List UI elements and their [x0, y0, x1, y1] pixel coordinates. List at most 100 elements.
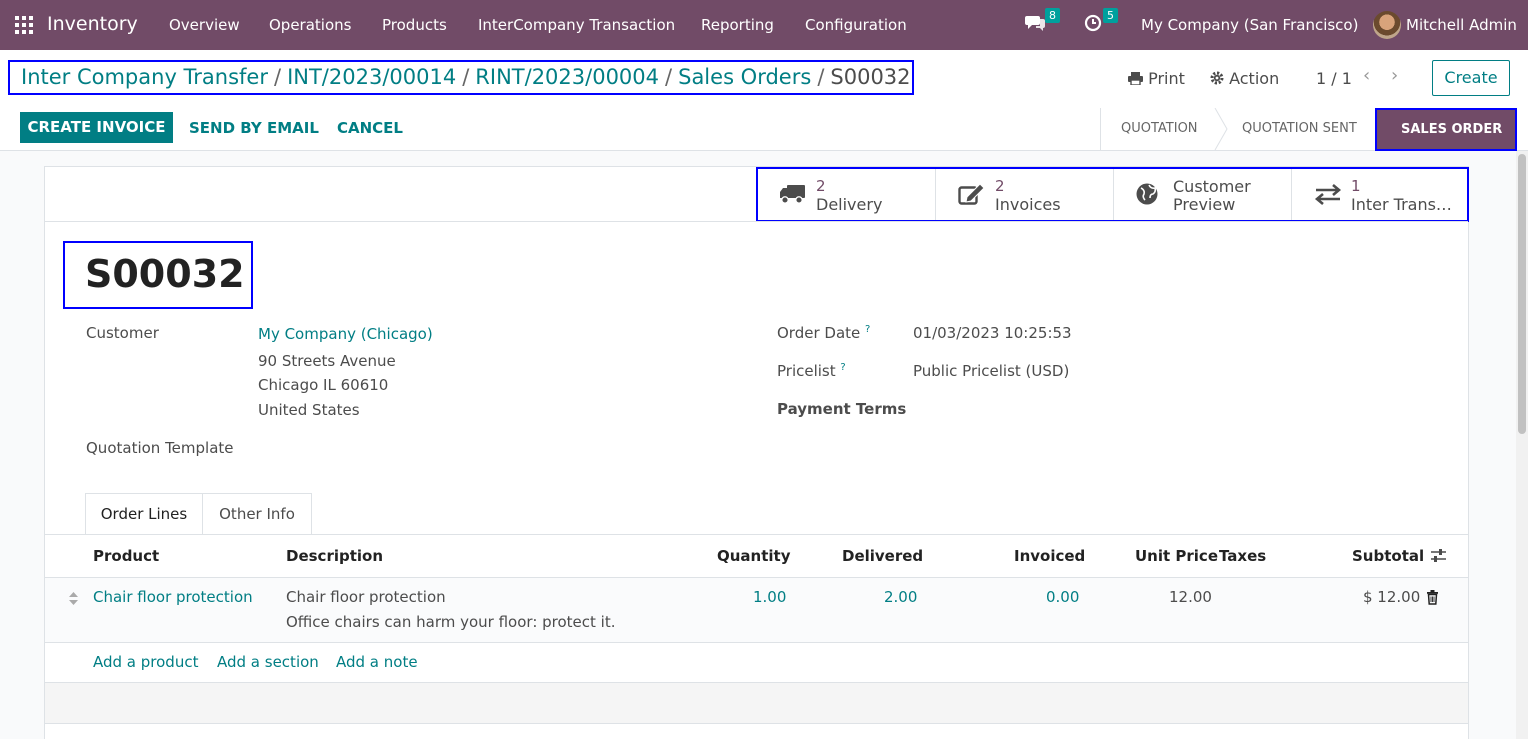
- breadcrumb-item[interactable]: INT/2023/00014: [287, 65, 456, 89]
- customer-label: Customer: [86, 324, 159, 342]
- row-subtotal: $ 12.00: [1363, 588, 1421, 606]
- invoices-count: 2: [995, 177, 1005, 195]
- empty-table-area: [45, 683, 1468, 723]
- print-label: Print: [1148, 69, 1185, 88]
- column-header-delivered[interactable]: Delivered: [842, 547, 923, 565]
- truck-icon: [780, 185, 805, 204]
- record-name: S00032: [85, 252, 245, 296]
- globe-icon: [1136, 183, 1158, 205]
- breadcrumb-item[interactable]: RINT/2023/00004: [475, 65, 659, 89]
- printer-icon: [1128, 72, 1143, 86]
- customer-address-line: Chicago IL 60610: [258, 376, 389, 394]
- delivery-label: Delivery: [816, 195, 883, 214]
- inter-transfer-label: Inter Trans…: [1351, 195, 1452, 214]
- add-section-link[interactable]: Add a section: [217, 653, 319, 671]
- customer-preview-line2: Preview: [1173, 195, 1236, 214]
- menu-intercompany-transaction[interactable]: InterCompany Transaction: [478, 16, 675, 34]
- breadcrumb-current: S00032: [830, 65, 911, 89]
- delete-row-icon[interactable]: [1426, 590, 1439, 605]
- column-header-taxes[interactable]: Taxes: [1219, 547, 1266, 565]
- drag-handle-icon[interactable]: [68, 591, 79, 606]
- create-invoice-button[interactable]: CREATE INVOICE: [20, 112, 173, 143]
- menu-overview[interactable]: Overview: [169, 16, 240, 34]
- column-header-description[interactable]: Description: [286, 547, 383, 565]
- pager-previous-icon[interactable]: ‹: [1363, 65, 1370, 86]
- invoices-label: Invoices: [995, 195, 1061, 214]
- table-footer-divider: [45, 723, 1468, 724]
- customer-preview-line1: Customer: [1173, 177, 1251, 196]
- page-scrollbar-thumb[interactable]: [1518, 154, 1526, 434]
- order-date-value[interactable]: 01/03/2023 10:25:53: [913, 324, 1072, 342]
- column-header-subtotal[interactable]: Subtotal: [1352, 547, 1424, 565]
- send-by-email-button[interactable]: SEND BY EMAIL: [189, 119, 319, 137]
- breadcrumb-item[interactable]: Sales Orders: [678, 65, 811, 89]
- column-header-product[interactable]: Product: [93, 547, 159, 565]
- messages-button[interactable]: 8: [1025, 8, 1060, 36]
- control-panel: Inter Company Transfer / INT/2023/00014/RI…: [0, 50, 1528, 151]
- menu-configuration[interactable]: Configuration: [805, 16, 907, 34]
- help-icon[interactable]: ?: [840, 362, 845, 373]
- button-box-divider: [45, 221, 1468, 222]
- inter-transfer-count: 1: [1351, 177, 1361, 195]
- customer-address-line: United States: [258, 401, 360, 419]
- user-menu[interactable]: Mitchell Admin: [1406, 16, 1517, 34]
- add-note-link[interactable]: Add a note: [336, 653, 418, 671]
- pager-next-icon[interactable]: ›: [1391, 65, 1398, 86]
- exchange-arrows-icon: [1314, 184, 1342, 205]
- pricelist-label: Pricelist ?: [777, 362, 846, 380]
- row-description[interactable]: Chair floor protection: [286, 588, 446, 606]
- pager-value[interactable]: 1 / 1: [1316, 69, 1352, 88]
- add-product-link[interactable]: Add a product: [93, 653, 198, 671]
- stage-chevron-icon: [1214, 108, 1228, 150]
- app-name[interactable]: Inventory: [47, 13, 138, 35]
- create-button[interactable]: Create: [1432, 60, 1510, 96]
- column-header-unit-price[interactable]: Unit Price: [1135, 547, 1218, 565]
- action-label: Action: [1229, 69, 1280, 88]
- messages-badge: 8: [1045, 8, 1060, 23]
- tab-order-lines[interactable]: Order Lines: [85, 493, 203, 535]
- print-button[interactable]: Print: [1128, 69, 1185, 88]
- apps-menu-icon[interactable]: [15, 16, 33, 34]
- row-invoiced[interactable]: 0.00: [1046, 588, 1079, 606]
- customer-preview-smart-button[interactable]: Customer Preview: [1113, 169, 1291, 220]
- activities-button[interactable]: 5: [1084, 8, 1118, 36]
- menu-products[interactable]: Products: [382, 16, 447, 34]
- cancel-button[interactable]: CANCEL: [337, 119, 403, 137]
- optional-columns-icon[interactable]: [1430, 548, 1447, 563]
- row-description-detail[interactable]: Office chairs can harm your floor: prote…: [286, 613, 616, 631]
- statusbar-divider: [1100, 108, 1101, 150]
- breadcrumb-item[interactable]: Inter Company Transfer: [21, 65, 268, 89]
- company-switcher[interactable]: My Company (San Francisco): [1141, 16, 1358, 34]
- help-icon[interactable]: ?: [865, 324, 870, 335]
- row-quantity[interactable]: 1.00: [753, 588, 786, 606]
- stage-quotation[interactable]: QUOTATION: [1121, 108, 1198, 150]
- delivery-smart-button[interactable]: 2 Delivery: [757, 169, 935, 220]
- tab-other-info[interactable]: Other Info: [203, 493, 312, 535]
- delivery-count: 2: [816, 177, 826, 195]
- quotation-template-label: Quotation Template: [86, 439, 234, 457]
- edit-invoice-icon: [958, 183, 985, 205]
- pricelist-value[interactable]: Public Pricelist (USD): [913, 362, 1069, 380]
- stage-sales-order[interactable]: SALES ORDER: [1375, 108, 1517, 151]
- row-unit-price[interactable]: 12.00: [1169, 588, 1212, 606]
- clock-icon: [1084, 14, 1102, 32]
- user-avatar[interactable]: [1373, 11, 1401, 39]
- customer-link[interactable]: My Company (Chicago): [258, 325, 433, 343]
- row-product[interactable]: Chair floor protection: [93, 588, 253, 606]
- stage-quotation-sent[interactable]: QUOTATION SENT: [1242, 108, 1357, 150]
- tab-divider: [45, 534, 1468, 535]
- table-row-divider: [45, 642, 1468, 643]
- menu-reporting[interactable]: Reporting: [701, 16, 774, 34]
- chat-icon: [1025, 16, 1045, 31]
- column-header-quantity[interactable]: Quantity: [717, 547, 791, 565]
- payment-terms-label: Payment Terms: [777, 400, 907, 418]
- row-delivered[interactable]: 2.00: [884, 588, 917, 606]
- invoices-smart-button[interactable]: 2 Invoices: [935, 169, 1113, 220]
- inter-transfer-smart-button[interactable]: 1 Inter Trans…: [1291, 169, 1468, 220]
- gear-icon: [1210, 71, 1224, 85]
- order-date-label: Order Date ?: [777, 324, 871, 342]
- menu-operations[interactable]: Operations: [269, 16, 351, 34]
- customer-address-line: 90 Streets Avenue: [258, 352, 396, 370]
- column-header-invoiced[interactable]: Invoiced: [1014, 547, 1085, 565]
- action-button[interactable]: Action: [1210, 69, 1279, 88]
